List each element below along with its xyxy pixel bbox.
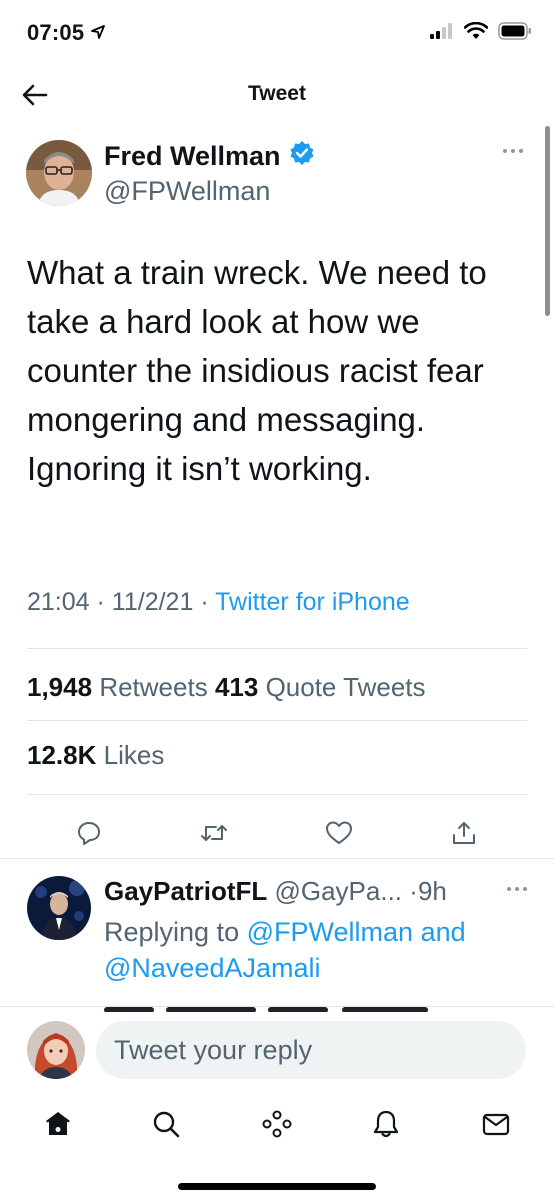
quote-count: 413 xyxy=(214,672,259,702)
author-avatar[interactable] xyxy=(26,140,92,206)
compose-bar: Tweet your reply xyxy=(0,1006,554,1090)
reply-header: GayPatriotFL @GayPa... ·9h xyxy=(104,876,447,907)
bottom-tab-bar xyxy=(0,1090,554,1160)
replying-prefix: Replying to xyxy=(104,917,240,947)
status-time: 07:05 xyxy=(27,20,106,46)
status-bar: 07:05 xyxy=(0,0,554,66)
reply-tweet[interactable]: GayPatriotFL @GayPa... ·9h Replying to @… xyxy=(0,862,554,1012)
divider xyxy=(27,794,527,795)
notifications-icon[interactable] xyxy=(366,1104,406,1144)
reply-author-handle[interactable]: @GayPa... xyxy=(274,876,402,906)
tweet-actions xyxy=(0,812,554,852)
search-icon[interactable] xyxy=(146,1104,186,1144)
clock-text: 07:05 xyxy=(27,20,85,45)
cellular-signal-icon xyxy=(430,23,454,44)
scroll-indicator[interactable] xyxy=(545,126,550,316)
like-icon[interactable] xyxy=(322,816,356,850)
location-arrow-icon xyxy=(90,20,106,46)
share-icon[interactable] xyxy=(447,816,481,850)
replying-to: Replying to @FPWellman and @NaveedAJamal… xyxy=(104,914,534,986)
divider xyxy=(27,720,527,721)
author-name-text: Fred Wellman xyxy=(104,141,281,171)
reply-time: 9h xyxy=(417,876,447,906)
meta-separator: · xyxy=(96,588,105,616)
verified-badge-icon xyxy=(289,140,315,173)
meta-separator: · xyxy=(200,588,209,616)
reply-input[interactable]: Tweet your reply xyxy=(96,1021,526,1079)
likes-count: 12.8K xyxy=(27,740,97,770)
likes-stats[interactable]: 12.8K Likes xyxy=(27,740,164,771)
messages-icon[interactable] xyxy=(476,1104,516,1144)
reply-separator: · xyxy=(409,876,418,906)
home-indicator xyxy=(178,1183,376,1190)
page-title: Tweet xyxy=(248,82,306,105)
author-handle[interactable]: @FPWellman xyxy=(104,176,270,207)
reply-icon[interactable] xyxy=(72,816,106,850)
more-options-icon[interactable] xyxy=(502,142,524,160)
home-icon[interactable] xyxy=(38,1104,78,1144)
reply-input-placeholder: Tweet your reply xyxy=(114,1034,313,1065)
mention-link[interactable]: @NaveedAJamali xyxy=(104,953,321,983)
tweet-header: Tweet xyxy=(0,66,554,124)
spaces-icon[interactable] xyxy=(257,1104,297,1144)
tweet-date: 11/2/21 xyxy=(111,588,194,616)
mention-conjunction: and xyxy=(420,917,466,947)
battery-icon xyxy=(498,22,532,45)
wifi-icon xyxy=(463,21,489,45)
tweet-text: What a train wreck. We need to take a ha… xyxy=(27,254,487,487)
my-avatar[interactable] xyxy=(27,1021,85,1079)
tweet-time: 21:04 xyxy=(27,588,90,616)
reply-author-name[interactable]: GayPatriotFL xyxy=(104,876,267,906)
status-icons xyxy=(430,21,532,45)
retweets-label: Retweets xyxy=(99,672,208,702)
divider xyxy=(0,858,554,859)
quote-label: Quote Tweets xyxy=(265,672,426,702)
tweet-source-link[interactable]: Twitter for iPhone xyxy=(215,588,410,616)
author-name[interactable]: Fred Wellman xyxy=(104,140,315,173)
retweet-icon[interactable] xyxy=(197,816,231,850)
retweets-count: 1,948 xyxy=(27,672,93,702)
mention-link[interactable]: @FPWellman xyxy=(247,917,413,947)
likes-label: Likes xyxy=(103,740,165,770)
tweet-author: Fred Wellman @FPWellman xyxy=(26,138,526,208)
divider xyxy=(27,648,527,649)
tweet-meta: 21:04 · 11/2/21 · Twitter for iPhone xyxy=(27,588,410,617)
reply-avatar[interactable] xyxy=(27,876,91,940)
reply-more-icon[interactable] xyxy=(506,880,528,898)
retweet-stats[interactable]: 1,948 Retweets 413 Quote Tweets xyxy=(27,672,426,703)
